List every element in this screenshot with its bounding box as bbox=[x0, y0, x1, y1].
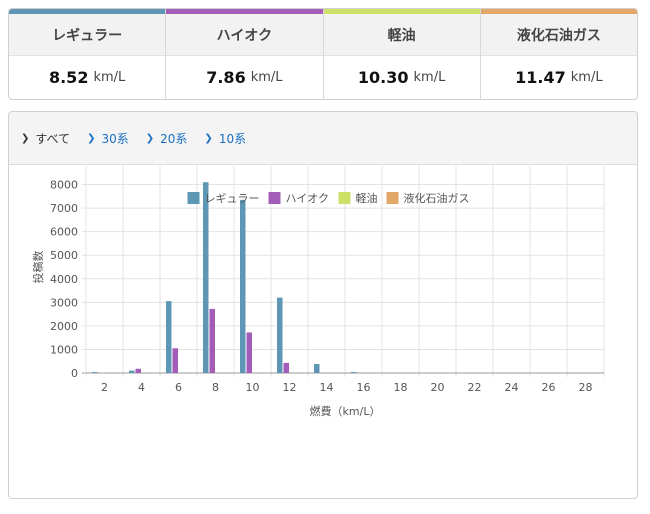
y-tick-label: 3000 bbox=[50, 296, 78, 309]
bar bbox=[314, 364, 320, 373]
fuel-efficiency: 10.30 km/L bbox=[324, 56, 480, 99]
fuel-efficiency-value: 8.52 bbox=[48, 68, 89, 87]
filter-generation[interactable]: ❯ 30系 bbox=[87, 130, 129, 147]
x-tick-label: 26 bbox=[542, 381, 556, 394]
fuel-efficiency-value: 11.47 bbox=[515, 68, 566, 87]
y-tick-label: 1000 bbox=[50, 343, 78, 356]
fuel-efficiency: 7.86 km/L bbox=[166, 56, 322, 99]
fuel-summary: レギュラー 8.52 km/L ハイオク 7.86 km/L 軽油 10.30 km/L 液化石油… bbox=[8, 8, 638, 100]
fuel-column: 液化石油ガス 11.47 km/L bbox=[480, 9, 637, 99]
x-tick-label: 22 bbox=[468, 381, 482, 394]
fuel-name: 液化石油ガス bbox=[480, 14, 637, 56]
bar bbox=[92, 372, 98, 373]
y-tick-label: 4000 bbox=[50, 273, 78, 286]
bar bbox=[351, 372, 357, 373]
chevron-right-icon: ❯ bbox=[87, 132, 96, 144]
x-tick-label: 2 bbox=[101, 381, 108, 394]
y-tick-label: 5000 bbox=[50, 249, 78, 262]
x-tick-label: 18 bbox=[394, 381, 408, 394]
fuel-column: 軽油 10.30 km/L bbox=[323, 9, 481, 99]
bar bbox=[240, 199, 246, 373]
fuel-column: ハイオク 7.86 km/L bbox=[166, 9, 324, 99]
legend-label: 液化石油ガス bbox=[404, 191, 470, 205]
bar bbox=[166, 301, 172, 373]
filter-generation[interactable]: ❯ 20系 bbox=[146, 130, 188, 147]
x-tick-label: 4 bbox=[138, 381, 145, 394]
bar bbox=[209, 308, 215, 373]
bar bbox=[203, 182, 209, 373]
legend-swatch bbox=[338, 192, 351, 204]
filter-label: すべて bbox=[35, 131, 71, 146]
generation-filter: ❯ すべて ❯ 30系 ❯ 20系 ❯ 10系 bbox=[9, 112, 637, 165]
chart-panel: ❯ すべて ❯ 30系 ❯ 20系 ❯ 10系 0 1000 2000 3000 4000 5000 60… bbox=[8, 111, 638, 499]
legend-label: レギュラー bbox=[205, 192, 260, 205]
x-tick-label: 28 bbox=[579, 381, 593, 394]
legend-swatch bbox=[268, 192, 281, 204]
x-tick-label: 10 bbox=[246, 381, 260, 394]
y-tick-label: 8000 bbox=[50, 179, 78, 192]
y-tick-label: 0 bbox=[71, 367, 78, 380]
bar bbox=[172, 348, 178, 373]
fuel-efficiency-histogram: 0100020003000400050006000700080009000246… bbox=[31, 166, 605, 418]
fuel-efficiency-unit: km/L bbox=[413, 70, 446, 85]
legend-label: 軽油 bbox=[356, 191, 378, 205]
y-tick-label: 6000 bbox=[50, 226, 78, 239]
bar bbox=[246, 332, 252, 373]
y-tick-label: 2000 bbox=[50, 320, 78, 333]
legend-swatch bbox=[386, 192, 399, 204]
fuel-name: レギュラー bbox=[9, 14, 166, 56]
chevron-right-icon: ❯ bbox=[145, 132, 155, 144]
y-axis-title: 投稿数 bbox=[31, 251, 45, 284]
bar bbox=[129, 370, 135, 373]
bar bbox=[135, 368, 141, 373]
x-tick-label: 20 bbox=[431, 381, 445, 394]
x-tick-label: 12 bbox=[283, 381, 297, 394]
y-tick-label: 9000 bbox=[50, 166, 78, 168]
fuel-name: 軽油 bbox=[323, 14, 480, 56]
x-tick-label: 8 bbox=[212, 381, 219, 394]
x-tick-label: 24 bbox=[505, 381, 519, 394]
filter-generation[interactable]: ❯ 10系 bbox=[204, 130, 246, 147]
filter-label: 30系 bbox=[101, 131, 129, 146]
filter-all[interactable]: ❯ すべて bbox=[21, 130, 70, 147]
legend-swatch bbox=[187, 192, 200, 204]
fuel-efficiency-unit: km/L bbox=[93, 70, 126, 85]
bar bbox=[277, 297, 283, 373]
fuel-efficiency: 8.52 km/L bbox=[9, 56, 165, 99]
y-tick-label: 7000 bbox=[50, 202, 78, 215]
filter-label: 20系 bbox=[160, 131, 188, 146]
bar bbox=[283, 362, 289, 373]
x-axis-title: 燃費（km/L） bbox=[310, 404, 381, 418]
chevron-right-icon: ❯ bbox=[21, 132, 30, 144]
legend-label: ハイオク bbox=[286, 192, 330, 205]
fuel-efficiency: 11.47 km/L bbox=[481, 56, 637, 99]
x-tick-label: 6 bbox=[175, 381, 182, 394]
chevron-right-icon: ❯ bbox=[204, 132, 213, 144]
fuel-name: ハイオク bbox=[166, 14, 323, 56]
filter-label: 10系 bbox=[218, 131, 247, 146]
fuel-efficiency-value: 7.86 bbox=[206, 68, 246, 87]
fuel-efficiency-unit: km/L bbox=[570, 70, 603, 85]
fuel-column: レギュラー 8.52 km/L bbox=[9, 9, 167, 99]
x-tick-label: 16 bbox=[357, 381, 371, 394]
fuel-efficiency-value: 10.30 bbox=[357, 68, 409, 87]
fuel-efficiency-unit: km/L bbox=[250, 70, 283, 85]
x-tick-label: 14 bbox=[320, 381, 334, 394]
